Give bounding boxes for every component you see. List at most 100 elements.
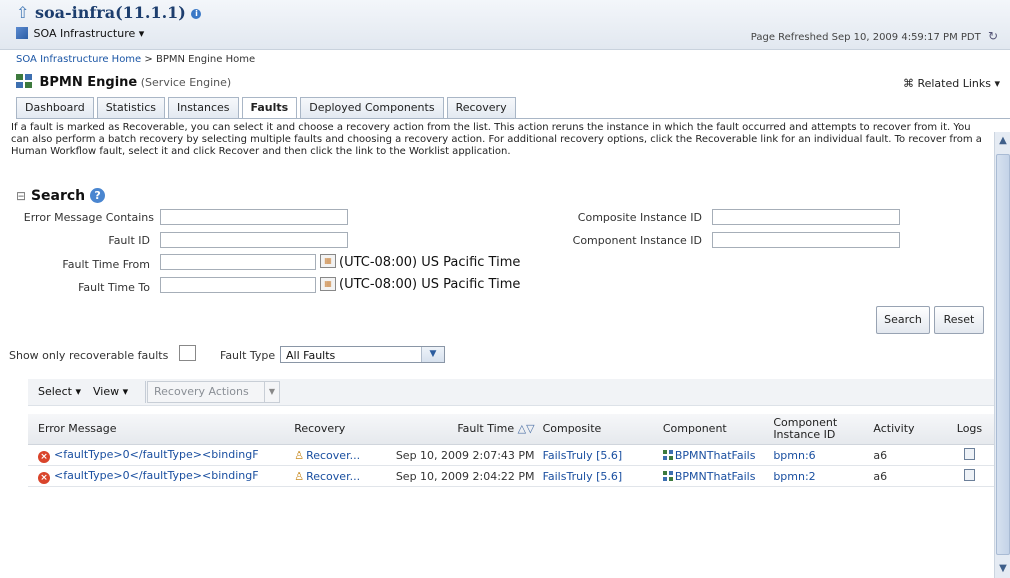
- error-message-link[interactable]: <faultType>0</faultType><bindingF: [54, 469, 259, 482]
- sort-icon[interactable]: △▽: [518, 422, 535, 435]
- tab-faults[interactable]: Faults: [241, 97, 298, 119]
- component-icon: [662, 470, 673, 481]
- col-component-instance-id[interactable]: Component Instance ID: [769, 414, 870, 445]
- tab-dashboard[interactable]: Dashboard: [16, 97, 94, 118]
- fault-type-select[interactable]: All Faults ▼: [280, 346, 445, 363]
- component-cell[interactable]: BPMNThatFails: [650, 465, 770, 487]
- refresh-icon[interactable]: ↻: [988, 29, 998, 43]
- error-message-cell[interactable]: × <faultType>0</faultType><bindingF: [28, 444, 281, 466]
- fault-time-cell: Sep 10, 2009 2:07:43 PM: [384, 444, 539, 466]
- recovery-actions-label: Recovery Actions: [154, 385, 249, 398]
- reset-button[interactable]: Reset: [934, 306, 984, 334]
- fault-time-cell: Sep 10, 2009 2:04:22 PM: [384, 465, 539, 487]
- engine-title: BPMN Engine (Service Engine): [16, 74, 231, 90]
- scroll-down-icon[interactable]: ▼: [995, 560, 1010, 578]
- chevron-down-icon: ▾: [75, 385, 81, 398]
- recovery-cell[interactable]: ♙ Recover...: [280, 444, 385, 466]
- col-composite[interactable]: Composite: [538, 414, 651, 445]
- fault-time-to-input[interactable]: [160, 277, 316, 293]
- instance-link[interactable]: bpmn:6: [773, 449, 815, 462]
- composite-link[interactable]: FailsTruly [5.6]: [543, 449, 623, 462]
- toolbar-separator: [145, 381, 146, 403]
- instance-link[interactable]: bpmn:2: [773, 470, 815, 483]
- calendar-icon[interactable]: ▦: [320, 277, 336, 291]
- soa-infra-title: ⇧ soa-infra(11.1.1) i: [16, 3, 202, 22]
- fault-type-value: All Faults: [286, 349, 336, 362]
- chevron-down-icon: ▼: [421, 347, 444, 362]
- recovery-cell[interactable]: ♙ Recover...: [280, 465, 385, 487]
- tab-divider: [16, 118, 1010, 119]
- component-icon: [662, 449, 673, 460]
- instance-cell[interactable]: bpmn:6: [769, 444, 870, 466]
- log-icon[interactable]: [963, 448, 975, 460]
- tab-instances[interactable]: Instances: [167, 97, 239, 118]
- logs-cell[interactable]: [944, 465, 994, 487]
- component-link[interactable]: BPMNThatFails: [675, 449, 756, 462]
- component-link[interactable]: BPMNThatFails: [675, 470, 756, 483]
- search-button[interactable]: Search: [876, 306, 930, 334]
- vertical-scrollbar[interactable]: ▲ ▼: [994, 132, 1010, 578]
- collapse-icon[interactable]: ⊟: [16, 189, 26, 203]
- paperclip-icon: ⌘: [902, 77, 914, 90]
- recoverable-filter-label: Show only recoverable faults: [9, 349, 169, 362]
- recover-link[interactable]: Recover...: [306, 449, 360, 462]
- composite-cell[interactable]: FailsTruly [5.6]: [538, 465, 651, 487]
- fault-type-label: Fault Type: [220, 349, 276, 362]
- tab-deployed-components[interactable]: Deployed Components: [300, 97, 444, 118]
- scrollbar-thumb[interactable]: [996, 154, 1010, 555]
- select-menu[interactable]: Select ▾: [38, 385, 81, 398]
- col-component[interactable]: Component: [650, 414, 770, 445]
- error-message-cell[interactable]: × <faultType>0</faultType><bindingF: [28, 465, 281, 487]
- info-icon[interactable]: i: [191, 8, 202, 19]
- view-menu[interactable]: View ▾: [93, 385, 128, 398]
- fault-time-from-input[interactable]: [160, 254, 316, 270]
- calendar-icon[interactable]: ▦: [320, 254, 336, 268]
- table-row[interactable]: × <faultType>0</faultType><bindingF ♙ Reco…: [28, 465, 994, 487]
- instance-cell[interactable]: bpmn:2: [769, 465, 870, 487]
- logs-cell[interactable]: [944, 444, 994, 466]
- recover-link[interactable]: Recover...: [306, 470, 360, 483]
- chevron-down-icon: ▾: [138, 27, 145, 40]
- error-icon: ×: [38, 450, 50, 463]
- error-message-input[interactable]: [160, 209, 348, 225]
- breadcrumb: SOA Infrastructure Home > BPMN Engine Ho…: [16, 54, 255, 65]
- fault-time-from-timezone: (UTC-08:00) US Pacific Time: [339, 255, 521, 270]
- table-row[interactable]: × <faultType>0</faultType><bindingF ♙ Reco…: [28, 444, 994, 466]
- soa-infrastructure-menu[interactable]: SOA Infrastructure ▾: [16, 27, 144, 40]
- component-instance-label: Component Instance ID: [572, 234, 702, 247]
- fault-id-input[interactable]: [160, 232, 348, 248]
- error-message-link[interactable]: <faultType>0</faultType><bindingF: [54, 448, 259, 461]
- recovery-actions-button[interactable]: Recovery Actions ▼: [147, 381, 280, 403]
- col-error-message[interactable]: Error Message: [28, 414, 281, 445]
- log-icon[interactable]: [963, 469, 975, 481]
- col-activity[interactable]: Activity: [869, 414, 945, 445]
- related-links-menu[interactable]: ⌘ Related Links ▾: [903, 77, 1000, 90]
- engine-type: (Service Engine): [140, 76, 232, 89]
- activity-cell: a6: [869, 444, 945, 466]
- breadcrumb-soa-home[interactable]: SOA Infrastructure Home: [16, 54, 141, 65]
- home-arrow-icon[interactable]: ⇧: [16, 3, 29, 22]
- col-recovery[interactable]: Recovery: [280, 414, 385, 445]
- composite-instance-input[interactable]: [712, 209, 900, 225]
- fault-id-label: Fault ID: [108, 234, 150, 247]
- component-instance-input[interactable]: [712, 232, 900, 248]
- col-fault-time[interactable]: Fault Time △▽: [384, 414, 539, 445]
- bpmn-engine-icon: [16, 74, 32, 88]
- tab-recovery[interactable]: Recovery: [446, 97, 516, 118]
- scroll-up-icon[interactable]: ▲: [995, 132, 1010, 150]
- activity-cell: a6: [869, 465, 945, 487]
- view-menu-label: View: [93, 385, 120, 398]
- composite-link[interactable]: FailsTruly [5.6]: [543, 470, 623, 483]
- component-cell[interactable]: BPMNThatFails: [650, 444, 770, 466]
- search-section-header[interactable]: ⊟ Search ?: [16, 188, 106, 204]
- col-logs[interactable]: Logs: [944, 414, 994, 445]
- recoverable-checkbox[interactable]: [179, 345, 196, 361]
- engine-name: BPMN Engine: [39, 75, 138, 90]
- help-icon[interactable]: ?: [90, 188, 106, 203]
- composite-cell[interactable]: FailsTruly [5.6]: [538, 444, 651, 466]
- breadcrumb-separator: >: [144, 54, 153, 65]
- fault-time-to-label: Fault Time To: [78, 281, 150, 294]
- recover-icon: ♙: [294, 469, 305, 483]
- tab-statistics[interactable]: Statistics: [96, 97, 165, 118]
- engine-tabs: Dashboard Statistics Instances Faults De…: [16, 97, 519, 119]
